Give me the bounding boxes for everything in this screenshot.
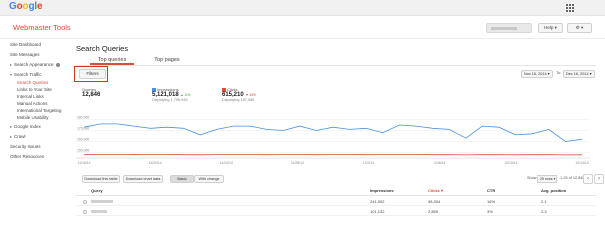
caret-down-icon xyxy=(10,73,12,76)
filters-button[interactable]: Filters xyxy=(79,69,106,79)
line-chart: 180,000 170,000 160,000 150,000 11/16/14 11/2… xyxy=(76,116,590,165)
metric-value: 12,846 xyxy=(82,92,101,98)
sidebar-item-other-resources[interactable]: Other Resources xyxy=(10,154,44,159)
sidebar-item-site-messages[interactable]: Site Messages xyxy=(10,52,40,57)
sidebar-item-manual-actions[interactable]: Manual Actions xyxy=(17,101,48,106)
app-title[interactable]: Webmaster Tools xyxy=(13,23,71,32)
apps-grid-icon[interactable] xyxy=(566,4,574,12)
sidebar-item-search-queries[interactable]: Search Queries xyxy=(17,80,48,85)
metric-change: ▲ 11% xyxy=(180,93,191,97)
caret-right-icon xyxy=(10,63,12,66)
metric-impressions[interactable]: Impressions 5,121,018 ▲ 11% Displaying 1… xyxy=(152,87,191,102)
info-icon[interactable] xyxy=(55,62,60,67)
expand-icon[interactable] xyxy=(83,200,87,204)
column-header-ctr[interactable]: CTR xyxy=(487,188,495,193)
date-from-picker[interactable]: Nov 16, 2014 ▾ xyxy=(521,70,553,78)
tab-top-pages[interactable]: Top pages xyxy=(150,57,184,63)
metric-change: ▼ 10% xyxy=(245,93,256,97)
x-tick-label: 11/28/14 xyxy=(291,161,304,165)
series-line-impressions xyxy=(83,123,583,142)
cell-impressions: 241,052 xyxy=(370,199,385,204)
cell-clicks: 38,394 xyxy=(428,199,441,204)
cell-ctr: 16% xyxy=(487,199,496,204)
site-selector[interactable] xyxy=(486,23,532,33)
column-header-impressions[interactable]: Impressions xyxy=(370,188,394,193)
x-tick-label: 11/20/14 xyxy=(149,161,162,165)
column-header-clicks[interactable]: Clicks ▾ xyxy=(428,188,443,193)
caret-right-icon xyxy=(10,125,12,128)
sidebar-item-label: Crawl xyxy=(14,134,26,139)
search-queries-chart: 180,000 170,000 160,000 150,000 11/16/14 11/2… xyxy=(76,112,596,166)
sidebar-item-google-index[interactable]: Google Index xyxy=(10,124,41,129)
sidebar-item-internal-links[interactable]: Internal Links xyxy=(17,94,44,99)
top-bar: Google xyxy=(0,0,605,16)
tab-top-queries[interactable]: Top queries xyxy=(90,57,134,65)
y-tick-label: 160,000 xyxy=(77,138,89,142)
x-tick-label: 11/24/14 xyxy=(220,161,233,165)
cell-avg-position: 2.3 xyxy=(541,209,547,214)
cell-clicks: 2,855 xyxy=(428,209,439,214)
redacted-query[interactable] xyxy=(91,200,113,203)
redacted-query[interactable] xyxy=(91,210,107,213)
date-to-picker[interactable]: Dec 16, 2014 ▾ xyxy=(563,70,595,78)
caret-right-icon xyxy=(10,135,12,138)
metric-sub: Displaying 1,795,945 xyxy=(152,98,188,102)
cell-ctr: 3% xyxy=(487,209,493,214)
next-page-button[interactable]: › xyxy=(594,174,604,184)
tab-divider xyxy=(76,65,596,66)
cell-impressions: 101,132 xyxy=(370,209,385,214)
metric-queries: Queries 12,846 xyxy=(82,87,100,98)
page-title: Search Queries xyxy=(76,44,129,53)
download-table-button[interactable]: Download this table xyxy=(82,175,120,183)
x-tick-label: 12/14/14 xyxy=(575,161,588,165)
download-chart-button[interactable]: Download chart data xyxy=(123,175,163,183)
y-tick-label: 170,000 xyxy=(77,127,89,131)
column-header-avg-position[interactable]: Avg. position xyxy=(541,188,566,193)
settings-gear-button[interactable]: ⚙ ▾ xyxy=(567,23,592,33)
x-tick-label: 12/2/14 xyxy=(363,161,374,165)
sidebar-item-mobile-usability[interactable]: Mobile Usability xyxy=(17,115,49,120)
redacted-site-name xyxy=(491,27,517,30)
y-tick-label: 150,000 xyxy=(77,149,89,153)
sidebar-item-international-targeting[interactable]: International Targeting xyxy=(17,108,61,113)
logo-letter: G xyxy=(9,1,17,12)
y-tick-label: 180,000 xyxy=(77,116,89,120)
table-row[interactable]: 241,052 38,394 16% 2.1 xyxy=(76,197,596,206)
sidebar-item-links-to-your-site[interactable]: Links to Your Site xyxy=(17,87,52,92)
with-change-toggle[interactable]: With change xyxy=(194,175,224,183)
basic-toggle[interactable]: Basic xyxy=(170,175,194,183)
show-label: Show xyxy=(527,176,537,180)
date-to-label: To: xyxy=(556,71,562,75)
table-row[interactable]: 101,132 2,855 3% 2.3 xyxy=(76,207,596,216)
sidebar-item-label: Search Appearance xyxy=(14,62,54,67)
series-line-clicks xyxy=(83,153,583,156)
rows-per-page-select[interactable]: 25 rows ▾ xyxy=(537,175,557,183)
sidebar-item-search-traffic[interactable]: Search Traffic xyxy=(10,72,42,77)
column-header-query[interactable]: Query xyxy=(91,188,103,193)
sidebar-item-label: Search Traffic xyxy=(14,72,42,77)
metric-sub: Displaying 187,589 xyxy=(222,98,255,102)
sidebar-item-security-issues[interactable]: Security Issues xyxy=(10,144,41,149)
sidebar-item-search-appearance[interactable]: Search Appearance xyxy=(10,62,60,67)
x-tick-label: 12/6/14 xyxy=(434,161,445,165)
app-header: Webmaster Tools Help ▾ ⚙ ▾ xyxy=(0,17,605,39)
cell-avg-position: 2.1 xyxy=(541,199,547,204)
prev-page-button[interactable]: ‹ xyxy=(583,174,593,184)
sidebar-item-crawl[interactable]: Crawl xyxy=(10,134,26,139)
table-header: Query Impressions Clicks ▾ CTR Avg. posi… xyxy=(76,187,596,196)
expand-icon[interactable] xyxy=(83,210,87,214)
metric-clicks[interactable]: Clicks 615,210 ▼ 10% Displaying 187,589 xyxy=(222,87,256,102)
sidebar-item-site-dashboard[interactable]: Site Dashboard xyxy=(10,42,41,47)
x-tick-label: 11/16/14 xyxy=(78,161,91,165)
pagination-info: 1-25 of 12,846 xyxy=(560,176,585,180)
x-tick-label: 12/10/14 xyxy=(504,161,517,165)
sidebar-item-label: Google Index xyxy=(14,124,41,129)
help-button[interactable]: Help ▾ xyxy=(538,23,563,33)
logo-letter: e xyxy=(36,1,43,12)
google-logo[interactable]: Google xyxy=(9,1,43,12)
